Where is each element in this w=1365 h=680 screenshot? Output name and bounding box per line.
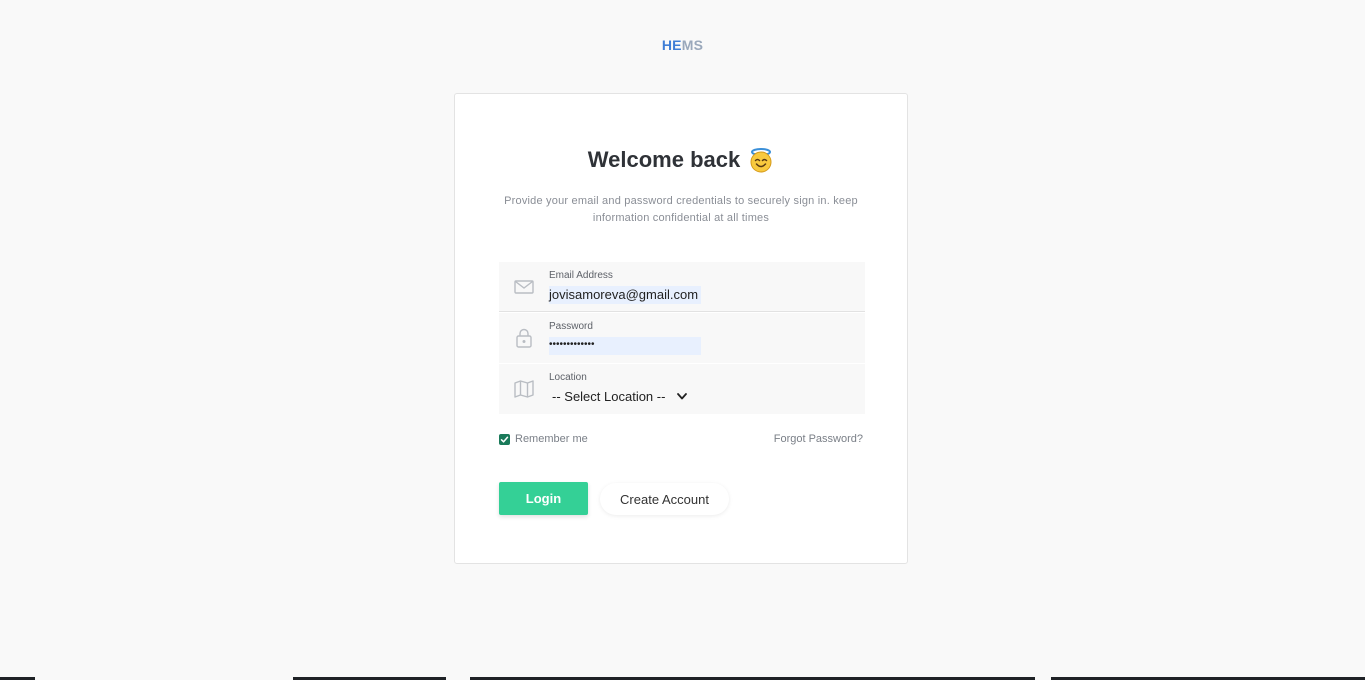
location-label: Location: [549, 372, 587, 383]
email-label: Email Address: [549, 270, 613, 281]
lock-icon: [516, 328, 532, 348]
mail-icon: [514, 280, 534, 294]
remember-checkbox[interactable]: [499, 433, 510, 445]
map-icon: [514, 380, 534, 398]
login-subtitle: Provide your email and password credenti…: [504, 195, 858, 224]
check-icon: [500, 436, 509, 443]
email-input[interactable]: jovisamoreva@gmail.com: [549, 286, 701, 304]
create-account-button[interactable]: Create Account: [600, 483, 729, 515]
location-select[interactable]: -- Select Location --: [549, 389, 688, 404]
location-field[interactable]: Location -- Select Location --: [499, 364, 865, 414]
title-text: Welcome back: [587, 147, 741, 172]
login-button[interactable]: Login: [499, 482, 588, 515]
remember-me[interactable]: Remember me: [499, 433, 588, 445]
chevron-down-icon: [677, 393, 688, 400]
password-input[interactable]: •••••••••••••: [549, 337, 701, 355]
login-card: Welcome back Provide your email and pass…: [454, 93, 908, 564]
email-field[interactable]: Email Address jovisamoreva@gmail.com: [499, 262, 865, 312]
remember-label: Remember me: [515, 433, 588, 445]
brand-logo[interactable]: HEMS: [0, 37, 1365, 53]
page-title: Welcome back: [455, 147, 907, 173]
brand-part-2: MS: [681, 37, 704, 53]
smiling-face-with-halo-icon: [750, 148, 772, 173]
brand-part-1: HE: [661, 37, 682, 53]
location-select-value: -- Select Location --: [552, 389, 666, 404]
login-page: HEMS Welcome back Provide your email and…: [0, 0, 1365, 680]
password-label: Password: [549, 321, 593, 332]
forgot-password-link[interactable]: Forgot Password?: [774, 433, 863, 445]
password-field[interactable]: Password •••••••••••••: [499, 313, 865, 363]
